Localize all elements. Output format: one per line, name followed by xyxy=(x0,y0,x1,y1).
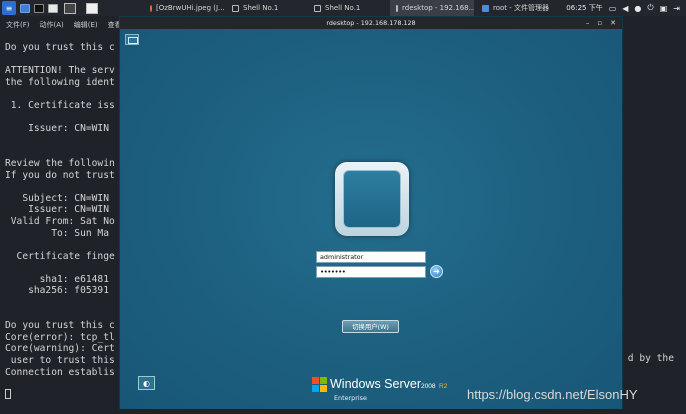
password-field[interactable]: ••••••• xyxy=(316,266,426,278)
task-label: rdesktop - 192.168.... xyxy=(402,4,474,12)
terminal-launcher-icon[interactable] xyxy=(34,3,44,13)
windows-flag-icon xyxy=(312,377,328,393)
terminal-icon xyxy=(232,4,239,12)
notification-bell-icon[interactable]: ● xyxy=(634,4,641,13)
user-avatar-tile xyxy=(343,170,401,228)
submit-arrow-icon[interactable]: ➜ xyxy=(430,265,443,278)
task-image-viewer[interactable]: [OzBrwUHi.jpeg (J... xyxy=(144,0,224,16)
windows-server-logo: Windows Server2008 R2 Enterprise xyxy=(312,374,452,404)
window-title: rdesktop - 192.168.178.128 xyxy=(326,19,416,27)
maximize-icon[interactable]: ▫ xyxy=(597,19,602,27)
window-icon xyxy=(396,4,398,12)
menu-action[interactable]: 动作(A) xyxy=(40,20,64,32)
menu-file[interactable]: 文件(F) xyxy=(6,20,30,32)
rdesktop-titlebar[interactable]: rdesktop - 192.168.178.128 – ▫ ✕ xyxy=(120,17,622,29)
terminal-output-fragment: d by the xyxy=(627,353,674,364)
clock[interactable]: 06:25 下午 xyxy=(566,3,602,13)
ease-of-access-icon[interactable]: ◐ xyxy=(138,376,155,390)
workspace-2-icon[interactable] xyxy=(86,2,98,14)
task-label: Shell No.1 xyxy=(243,4,279,12)
task-label: root - 文件管理器 xyxy=(493,4,550,12)
task-rdesktop[interactable]: rdesktop - 192.168.... xyxy=(390,0,474,16)
app-menu-icon[interactable]: ≡ xyxy=(2,1,16,15)
brand-edition: Enterprise xyxy=(334,394,367,402)
firefox-icon xyxy=(150,4,152,12)
task-file-manager[interactable]: root - 文件管理器 xyxy=(476,0,558,16)
brand-name: Windows Server2008 R2 xyxy=(330,377,448,391)
task-label: [OzBrwUHi.jpeg (J... xyxy=(156,4,224,12)
menu-edit[interactable]: 编辑(E) xyxy=(74,20,98,32)
show-desktop-icon[interactable] xyxy=(20,3,30,13)
folder-icon xyxy=(482,4,489,12)
volume-icon[interactable]: ◀ xyxy=(622,4,628,13)
terminal-output: Do you trust this c ATTENTION! The serv … xyxy=(5,42,115,378)
remote-session-icon[interactable] xyxy=(125,34,139,45)
rdesktop-window: rdesktop - 192.168.178.128 – ▫ ✕ adminis… xyxy=(119,16,623,409)
close-icon[interactable]: ✕ xyxy=(610,19,616,27)
display-icon[interactable]: ▭ xyxy=(609,4,617,13)
power-icon[interactable]: ⏻ xyxy=(647,3,653,13)
user-avatar xyxy=(335,162,409,236)
task-label: Shell No.1 xyxy=(325,4,361,12)
switch-user-button[interactable]: 切换用户(W) xyxy=(342,320,399,333)
terminal-cursor xyxy=(5,389,11,399)
username-field[interactable]: administrator xyxy=(316,251,426,263)
logout-icon[interactable]: ⇥ xyxy=(673,4,680,13)
watermark: https://blog.csdn.net/ElsonHY xyxy=(467,387,638,402)
terminal-icon xyxy=(314,4,321,12)
file-manager-launcher-icon[interactable] xyxy=(48,3,58,13)
lock-icon[interactable]: ▣ xyxy=(660,4,668,13)
task-shell-1[interactable]: Shell No.1 xyxy=(226,0,306,16)
task-shell-2[interactable]: Shell No.1 xyxy=(308,0,388,16)
windows-logon-screen: administrator ••••••• ➜ 切换用户(W) ◐ Window… xyxy=(120,29,622,409)
top-panel: ≡ [OzBrwUHi.jpeg (J... Shell No.1 Shell … xyxy=(0,0,686,16)
minimize-icon[interactable]: – xyxy=(586,19,590,27)
workspace-1-icon[interactable] xyxy=(64,2,76,14)
system-tray: 06:25 下午 ▭ ◀ ● ⏻ ▣ ⇥ xyxy=(566,0,686,16)
